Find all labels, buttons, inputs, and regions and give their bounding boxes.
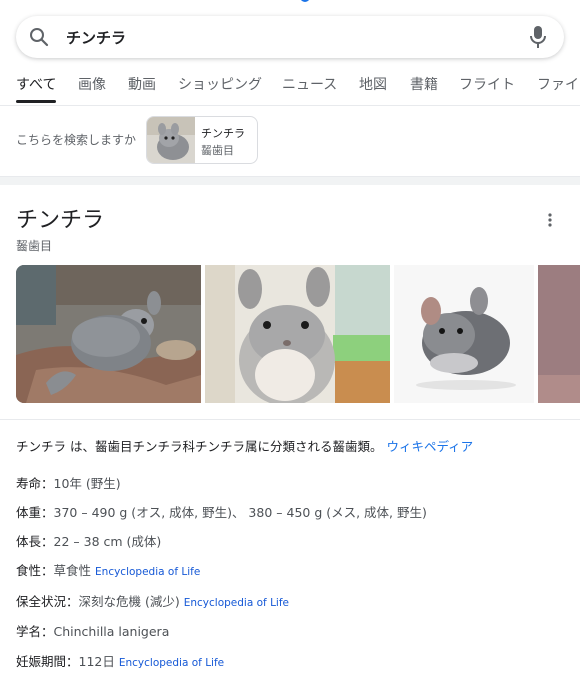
- chinchilla-image-4[interactable]: [538, 265, 580, 403]
- source-link[interactable]: Encyclopedia of Life: [119, 657, 224, 669]
- divider: [0, 419, 580, 420]
- divider: [0, 105, 580, 106]
- mic-icon[interactable]: [526, 23, 550, 51]
- chinchilla-image-1[interactable]: [16, 265, 201, 403]
- tab-videos[interactable]: 動画: [128, 74, 156, 94]
- fact-row: 体長：22 – 38 cm (成体): [16, 531, 161, 550]
- fact-row: 体重：370 – 490 g (オス, 成体, 野生)、 380 – 450 g…: [16, 502, 427, 521]
- chip-title: チンチラ: [201, 127, 245, 140]
- chinchilla-image-2[interactable]: [205, 265, 390, 403]
- tab-news[interactable]: ニュース: [282, 74, 337, 94]
- tab-books[interactable]: 書籍: [410, 74, 438, 94]
- panel-description: チンチラ は、齧歯目チンチラ科チンチラ属に分類される齧歯類。 ウィキペディア: [16, 436, 473, 455]
- fact-row: 食性：草食性 Encyclopedia of Life: [16, 560, 200, 579]
- tab-finance[interactable]: ファイ: [537, 74, 579, 94]
- fact-value: 112日: [78, 654, 115, 669]
- active-tab-indicator: [16, 100, 56, 103]
- description-text: チンチラ は、齧歯目チンチラ科チンチラ属に分類される齧歯類。: [16, 439, 383, 454]
- top-indicator: [300, 0, 310, 2]
- fact-label: 体長：: [16, 534, 54, 549]
- fact-value: 370 – 490 g (オス, 成体, 野生)、 380 – 450 g (メ…: [53, 505, 427, 520]
- fact-label: 体重：: [16, 505, 54, 520]
- section-separator: [0, 176, 580, 185]
- chip-subtitle: 齧歯目: [201, 144, 234, 157]
- panel-title: チンチラ: [16, 208, 105, 233]
- fact-label: 学名：: [16, 624, 54, 639]
- source-link[interactable]: Encyclopedia of Life: [95, 566, 200, 578]
- tab-shopping[interactable]: ショッピング: [178, 74, 262, 94]
- fact-label: 食性：: [16, 563, 54, 578]
- search-tabs: すべて 画像 動画 ショッピング ニュース 地図 書籍 フライト ファイ: [0, 70, 580, 104]
- fact-row: 寿命：10年 (野生): [16, 473, 121, 492]
- fact-value: 草食性: [53, 563, 92, 578]
- panel-subtitle: 齧歯目: [16, 239, 53, 253]
- fact-row: 保全状況：深刻な危機 (減少) Encyclopedia of Life: [16, 591, 289, 610]
- search-icon[interactable]: [28, 26, 50, 48]
- fact-value: 10年 (野生): [53, 476, 121, 491]
- fact-value: 22 – 38 cm (成体): [53, 534, 162, 549]
- chip-thumbnail: [147, 117, 195, 163]
- fact-label: 寿命：: [16, 476, 54, 491]
- search-bar[interactable]: チンチラ: [16, 16, 564, 58]
- more-vert-icon[interactable]: [544, 212, 556, 228]
- fact-row: 妊娠期間：112日 Encyclopedia of Life: [16, 651, 224, 670]
- fact-row: 学名：Chinchilla lanigera: [16, 621, 169, 640]
- fact-value: Chinchilla lanigera: [53, 624, 170, 639]
- search-query[interactable]: チンチラ: [66, 27, 526, 48]
- chinchilla-image-3[interactable]: [394, 265, 534, 403]
- tab-images[interactable]: 画像: [78, 74, 106, 94]
- fact-label: 妊娠期間：: [16, 654, 79, 669]
- fact-value: 深刻な危機 (減少): [78, 594, 180, 609]
- fact-label: 保全状況：: [16, 594, 79, 609]
- wikipedia-link[interactable]: ウィキペディア: [386, 439, 473, 454]
- suggestion-label: こちらを検索しますか: [16, 133, 137, 147]
- source-link[interactable]: Encyclopedia of Life: [184, 597, 289, 609]
- tab-maps[interactable]: 地図: [359, 74, 387, 94]
- tab-all[interactable]: すべて: [16, 74, 56, 94]
- suggestion-chip[interactable]: チンチラ 齧歯目: [146, 116, 258, 164]
- tab-flights[interactable]: フライト: [459, 74, 515, 94]
